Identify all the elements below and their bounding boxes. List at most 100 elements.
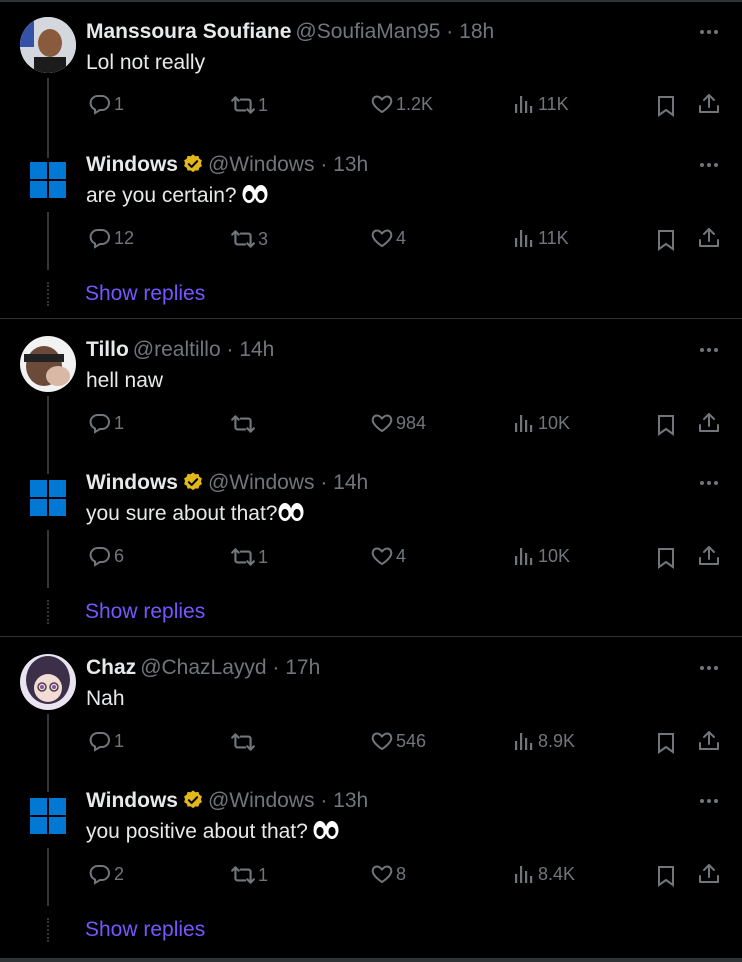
display-name[interactable]: Windows bbox=[86, 153, 178, 176]
separator-dot: · bbox=[314, 471, 334, 494]
share-icon[interactable] bbox=[697, 226, 721, 250]
share-icon[interactable] bbox=[697, 544, 721, 568]
eyes-emoji-icon bbox=[277, 501, 305, 523]
tweet-time[interactable]: 17h bbox=[285, 656, 320, 679]
reply-icon bbox=[88, 544, 112, 568]
tweet-text: you positive about that? bbox=[86, 820, 308, 843]
tweet-time[interactable]: 13h bbox=[333, 153, 368, 176]
reply-count: 12 bbox=[114, 227, 135, 248]
reply-button[interactable]: 6 bbox=[88, 544, 124, 568]
user-handle[interactable]: @SoufiaMan95 bbox=[295, 20, 440, 43]
thread-line bbox=[47, 396, 49, 474]
share-icon[interactable] bbox=[697, 92, 721, 116]
separator-dot: · bbox=[440, 20, 460, 43]
tweet-text: Lol not really bbox=[86, 51, 206, 74]
top-border bbox=[0, 0, 742, 2]
display-name[interactable]: Windows bbox=[86, 471, 178, 494]
show-replies-link[interactable]: Show replies bbox=[85, 917, 205, 943]
like-count: 1.2K bbox=[396, 93, 434, 114]
like-icon bbox=[370, 544, 394, 568]
views-icon bbox=[512, 729, 536, 753]
repost-button[interactable]: 1 bbox=[230, 544, 268, 570]
thread-divider bbox=[0, 636, 742, 637]
more-icon[interactable] bbox=[697, 789, 721, 813]
user-handle[interactable]: @realtillo bbox=[133, 338, 221, 361]
reply-button[interactable]: 2 bbox=[88, 862, 124, 886]
tweet-body: you positive about that? bbox=[86, 819, 340, 845]
repost-count: 3 bbox=[258, 228, 269, 249]
more-icon[interactable] bbox=[697, 20, 721, 44]
show-replies-link[interactable]: Show replies bbox=[85, 599, 205, 625]
bookmark-icon[interactable] bbox=[654, 228, 678, 252]
repost-button[interactable] bbox=[230, 411, 258, 437]
repost-button[interactable] bbox=[230, 729, 258, 755]
views-button[interactable]: 8.9K bbox=[512, 729, 575, 753]
display-name[interactable]: Windows bbox=[86, 789, 178, 812]
bookmark-icon[interactable] bbox=[654, 864, 678, 888]
tweet-header: Windows @Windows · 14h bbox=[86, 470, 368, 496]
repost-button[interactable]: 1 bbox=[230, 862, 268, 888]
tweet-time[interactable]: 13h bbox=[333, 789, 368, 812]
avatar-chaz[interactable] bbox=[20, 654, 76, 710]
tweet-time[interactable]: 14h bbox=[239, 338, 274, 361]
like-button[interactable]: 984 bbox=[370, 411, 426, 435]
views-count: 8.4K bbox=[538, 863, 576, 884]
share-icon[interactable] bbox=[697, 411, 721, 435]
like-button[interactable]: 1.2K bbox=[370, 92, 433, 116]
views-button[interactable]: 10K bbox=[512, 544, 570, 568]
user-handle[interactable]: @ChazLayyd bbox=[140, 656, 266, 679]
views-count: 11K bbox=[538, 93, 569, 114]
user-handle[interactable]: @Windows bbox=[208, 471, 315, 494]
display-name[interactable]: Tillo bbox=[86, 338, 129, 361]
bookmark-icon[interactable] bbox=[654, 731, 678, 755]
views-count: 11K bbox=[538, 227, 569, 248]
tweet-time[interactable]: 18h bbox=[459, 20, 494, 43]
like-count: 984 bbox=[396, 412, 427, 433]
more-icon[interactable] bbox=[697, 153, 721, 177]
like-button[interactable]: 546 bbox=[370, 729, 426, 753]
reply-button[interactable]: 12 bbox=[88, 226, 134, 250]
repost-button[interactable]: 1 bbox=[230, 92, 268, 118]
views-button[interactable]: 11K bbox=[512, 226, 569, 250]
share-icon[interactable] bbox=[697, 862, 721, 886]
like-button[interactable]: 4 bbox=[370, 544, 406, 568]
repost-icon bbox=[230, 544, 256, 570]
like-icon bbox=[370, 862, 394, 886]
reply-button[interactable]: 1 bbox=[88, 729, 124, 753]
bookmark-icon[interactable] bbox=[654, 413, 678, 437]
avatar-tillo[interactable] bbox=[20, 336, 76, 392]
views-button[interactable]: 11K bbox=[512, 92, 569, 116]
avatar-manssoura[interactable] bbox=[20, 17, 76, 73]
bookmark-icon[interactable] bbox=[654, 94, 678, 118]
views-count: 10K bbox=[538, 545, 571, 566]
like-button[interactable]: 4 bbox=[370, 226, 406, 250]
display-name[interactable]: Chaz bbox=[86, 656, 136, 679]
thread-line bbox=[47, 212, 49, 270]
show-replies-link[interactable]: Show replies bbox=[85, 281, 205, 307]
tweet-time[interactable]: 14h bbox=[333, 471, 368, 494]
display-name[interactable]: Manssoura Soufiane bbox=[86, 20, 291, 43]
repost-count: 1 bbox=[258, 864, 269, 885]
like-button[interactable]: 8 bbox=[370, 862, 406, 886]
user-handle[interactable]: @Windows bbox=[208, 789, 315, 812]
reply-button[interactable]: 1 bbox=[88, 411, 124, 435]
windows-logo-icon[interactable] bbox=[30, 162, 66, 198]
views-count: 8.9K bbox=[538, 730, 576, 751]
more-icon[interactable] bbox=[697, 471, 721, 495]
repost-button[interactable]: 3 bbox=[230, 226, 268, 252]
reply-button[interactable]: 1 bbox=[88, 92, 124, 116]
windows-logo-icon[interactable] bbox=[30, 480, 66, 516]
bookmark-icon[interactable] bbox=[654, 546, 678, 570]
repost-count: 1 bbox=[258, 546, 269, 567]
thread-dots bbox=[47, 918, 51, 942]
share-icon[interactable] bbox=[697, 729, 721, 753]
more-icon[interactable] bbox=[697, 338, 721, 362]
eyes-emoji-icon bbox=[241, 183, 269, 205]
tweet-header: Tillo @realtillo · 14h bbox=[86, 337, 274, 363]
more-icon[interactable] bbox=[697, 656, 721, 680]
views-button[interactable]: 10K bbox=[512, 411, 570, 435]
windows-logo-icon[interactable] bbox=[30, 798, 66, 834]
user-handle[interactable]: @Windows bbox=[208, 153, 315, 176]
repost-icon bbox=[230, 411, 256, 437]
views-button[interactable]: 8.4K bbox=[512, 862, 575, 886]
